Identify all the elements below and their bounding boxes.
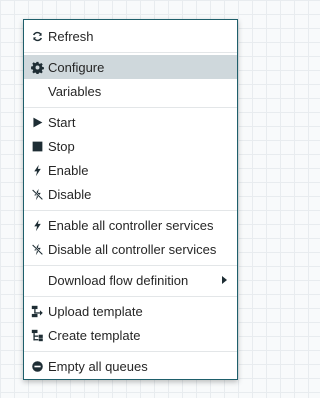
menu-item-enable-all-controller-services[interactable]: Enable all controller services xyxy=(24,213,237,237)
menu-item-configure[interactable]: Configure xyxy=(24,55,237,79)
chevron-right-icon xyxy=(222,276,227,284)
minus-circle-icon xyxy=(30,359,44,373)
bolt-icon xyxy=(30,163,44,177)
menu-item-label: Disable xyxy=(48,186,92,202)
bolt-icon xyxy=(30,218,44,232)
menu-separator xyxy=(24,107,237,108)
menu-item-label: Disable all controller services xyxy=(48,241,217,257)
menu-item-label: Upload template xyxy=(48,303,143,319)
refresh-icon xyxy=(30,29,44,43)
menu-item-upload-template[interactable]: Upload template xyxy=(24,299,237,323)
upload-template-icon xyxy=(30,304,44,318)
menu-item-disable-all-controller-services[interactable]: Disable all controller services xyxy=(24,237,237,261)
menu-item-enable[interactable]: Enable xyxy=(24,158,237,182)
menu-item-disable[interactable]: Disable xyxy=(24,182,237,206)
menu-item-label: Stop xyxy=(48,138,75,154)
menu-item-label: Start xyxy=(48,114,76,130)
menu-separator xyxy=(24,52,237,53)
stop-icon xyxy=(30,139,44,153)
menu-item-label: Enable xyxy=(48,162,89,178)
menu-item-label: Empty all queues xyxy=(48,358,148,374)
menu-item-label: Enable all controller services xyxy=(48,217,214,233)
menu-separator xyxy=(24,265,237,266)
menu-item-start[interactable]: Start xyxy=(24,110,237,134)
menu-item-label: Refresh xyxy=(48,28,94,44)
play-icon xyxy=(30,115,44,129)
menu-separator xyxy=(24,210,237,211)
gear-icon xyxy=(30,60,44,74)
create-template-icon xyxy=(30,328,44,342)
menu-separator xyxy=(24,351,237,352)
menu-item-create-template[interactable]: Create template xyxy=(24,323,237,347)
context-menu: Refresh Configure Variables Start Stop E… xyxy=(23,19,238,380)
menu-item-empty-all-queues[interactable]: Empty all queues xyxy=(24,354,237,378)
menu-item-stop[interactable]: Stop xyxy=(24,134,237,158)
menu-item-label: Download flow definition xyxy=(48,272,189,288)
bolt-slash-icon xyxy=(30,187,44,201)
bolt-slash-icon xyxy=(30,242,44,256)
menu-item-label: Configure xyxy=(48,59,105,75)
menu-item-label: Create template xyxy=(48,327,141,343)
menu-item-download-flow-definition[interactable]: Download flow definition xyxy=(24,268,237,292)
menu-item-variables[interactable]: Variables xyxy=(24,79,237,103)
menu-item-label: Variables xyxy=(48,83,102,99)
menu-item-refresh[interactable]: Refresh xyxy=(24,24,237,48)
menu-separator xyxy=(24,296,237,297)
